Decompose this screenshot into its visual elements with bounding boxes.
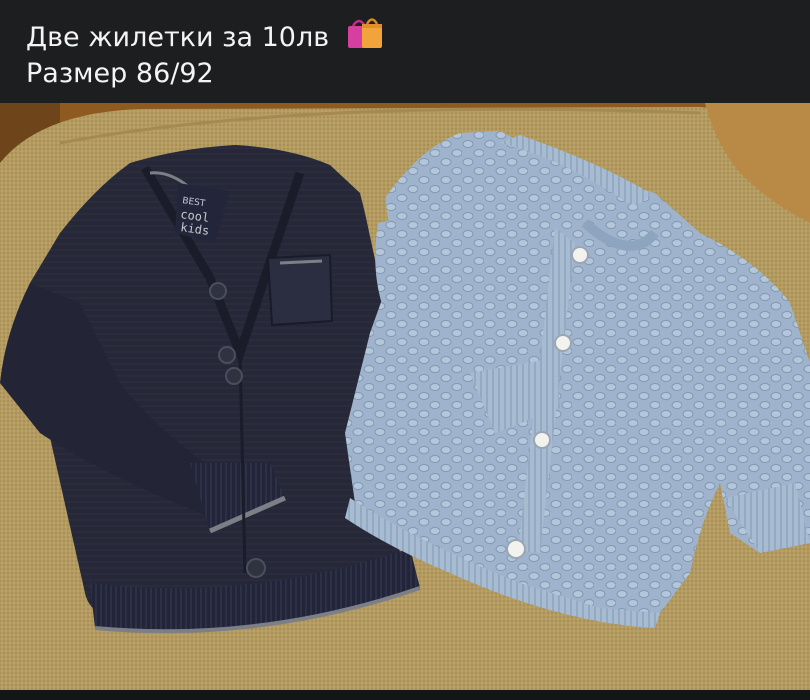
caption-title: Две жилетки за 10лв — [26, 22, 330, 53]
shopping-bags-icon — [346, 14, 386, 58]
caption-line-1: Две жилетки за 10лв — [26, 14, 386, 58]
cardigans-photo: BEST cool kids — [0, 103, 810, 690]
caption-line-2: Размер 86/92 — [26, 58, 214, 89]
bottom-bar — [0, 690, 810, 700]
photo-illustration: BEST cool kids — [0, 103, 810, 690]
caption-header: Две жилетки за 10лв Размер 86/92 — [0, 0, 810, 103]
